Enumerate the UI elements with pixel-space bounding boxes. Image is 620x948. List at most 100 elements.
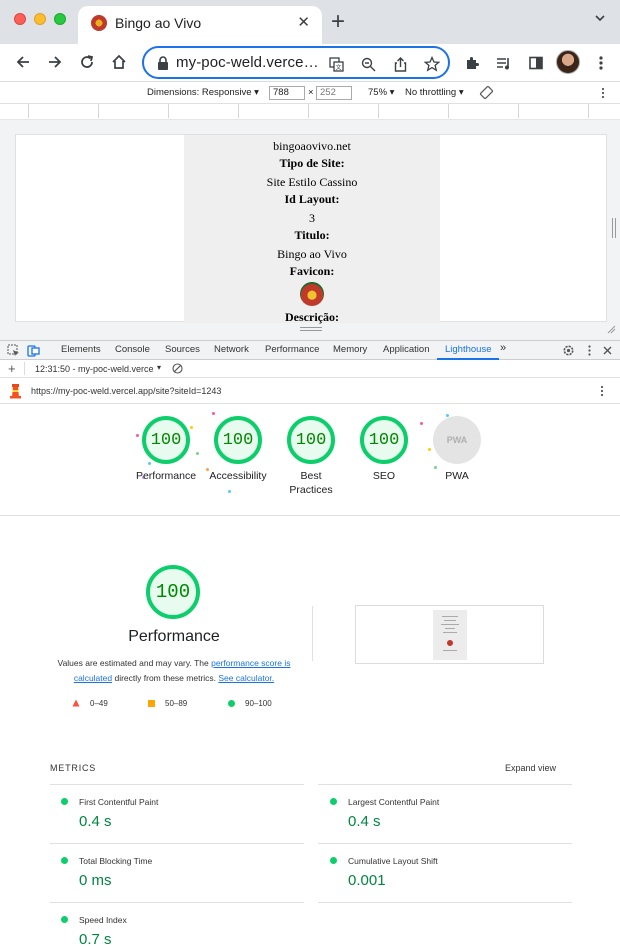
clear-reports-icon[interactable] [172, 363, 183, 374]
performance-score-large: 100 [146, 565, 200, 619]
metric-divider [318, 902, 572, 903]
settings-gear-icon[interactable] [562, 344, 575, 357]
browser-toolbar: my-poc-weld.vercel.app/site?siteId=1243 … [0, 44, 620, 82]
translate-icon[interactable]: 文 [327, 55, 345, 73]
report-select[interactable]: 12:31:50 - my-poc-weld.verce [35, 364, 155, 374]
pwa-label: PWA [445, 470, 469, 482]
bookmark-star-icon[interactable] [423, 55, 441, 73]
metric-divider [318, 784, 572, 785]
address-bar[interactable]: my-poc-weld.vercel.app/site?siteId=1243 … [142, 46, 450, 79]
tab-title: Bingo ao Vivo [115, 15, 202, 31]
tipo-label: Tipo de Site: [279, 155, 345, 170]
metric-si-name: Speed Index [79, 915, 127, 925]
final-screenshot[interactable] [355, 605, 544, 664]
tab-console[interactable]: Console [115, 344, 150, 355]
lighthouse-toolbar: + 12:31:50 - my-poc-weld.verce ▾ [0, 360, 620, 378]
best-practices-score: 100 [287, 416, 335, 464]
address-text[interactable]: my-poc-weld.vercel.app/site?siteId=1243 [176, 54, 321, 71]
resize-handle-right[interactable] [612, 218, 616, 238]
browser-tab[interactable]: Bingo ao Vivo ✕ [78, 6, 322, 44]
chrome-menu-icon[interactable] [591, 53, 611, 73]
close-window-button[interactable] [14, 13, 26, 25]
maximize-window-button[interactable] [54, 13, 66, 25]
desc-prefix: Values are estimated and may vary. The [57, 658, 212, 668]
metric-cls-value: 0.001 [348, 872, 386, 889]
zoom-out-icon[interactable] [359, 55, 377, 73]
rotate-icon[interactable] [479, 85, 494, 100]
home-icon[interactable] [108, 51, 130, 73]
metric-lcp-value: 0.4 s [348, 813, 381, 830]
report-select-chevron-icon[interactable]: ▾ [157, 363, 161, 372]
tab-close-icon[interactable]: ✕ [297, 13, 310, 31]
fail-triangle-icon [72, 699, 80, 707]
tab-network[interactable]: Network [214, 344, 249, 355]
metric-divider [50, 902, 304, 903]
reload-icon[interactable] [76, 51, 98, 73]
media-queue-icon[interactable] [494, 53, 514, 73]
desc-middle: directly from these metrics. [112, 672, 219, 683]
forward-arrow-icon[interactable] [44, 51, 66, 73]
device-toggle-icon[interactable] [27, 344, 40, 357]
tab-elements[interactable]: Elements [61, 344, 101, 355]
tab-lighthouse[interactable]: Lighthouse [445, 344, 491, 355]
performance-score: 100 [142, 416, 190, 464]
pass-dot-icon [61, 857, 68, 864]
zoom-dropdown[interactable]: 75% ▾ [368, 87, 394, 98]
report-url-bar: https://my-poc-weld.vercel.app/site?site… [0, 378, 620, 404]
metric-tbt-name: Total Blocking Time [79, 856, 153, 866]
gauge-accessibility[interactable]: 100 Accessibility [203, 416, 273, 483]
minimize-window-button[interactable] [34, 13, 46, 25]
extensions-puzzle-icon[interactable] [462, 53, 482, 73]
media-query-ruler [0, 104, 620, 120]
tab-search-chevron-icon[interactable] [594, 12, 606, 24]
tab-strip: Bingo ao Vivo ✕ + [0, 0, 620, 44]
screenshot-preview [433, 610, 467, 660]
new-tab-icon[interactable]: + [331, 8, 345, 36]
tab-memory[interactable]: Memory [333, 344, 367, 355]
share-icon[interactable] [391, 55, 409, 73]
metric-lcp-name: Largest Contentful Paint [348, 797, 440, 807]
expand-view-toggle[interactable]: Expand view [505, 763, 556, 773]
back-arrow-icon[interactable] [12, 51, 34, 73]
report-url[interactable]: https://my-poc-weld.vercel.app/site?site… [31, 386, 221, 396]
new-report-icon[interactable]: + [8, 361, 16, 376]
close-devtools-icon[interactable] [601, 344, 614, 357]
times-sign: × [308, 87, 314, 98]
pass-dot-icon [61, 798, 68, 805]
average-square-icon [148, 700, 155, 707]
height-input[interactable]: 252 [316, 86, 352, 100]
accessibility-label: Accessibility [209, 470, 267, 482]
side-panel-icon[interactable] [526, 53, 546, 73]
accessibility-score: 100 [214, 416, 262, 464]
throttling-dropdown[interactable]: No throttling ▾ [405, 87, 464, 98]
performance-title: Performance [128, 628, 220, 645]
devtools-menu-icon[interactable] [583, 344, 596, 357]
report-menu-icon[interactable] [600, 385, 604, 397]
gauge-best-practices[interactable]: 100 Best Practices [276, 416, 346, 497]
tab-application[interactable]: Application [383, 344, 429, 355]
dimensions-dropdown[interactable]: Dimensions: Responsive ▾ [147, 87, 259, 98]
gauge-pwa[interactable]: PWA PWA [422, 416, 492, 483]
section-divider [312, 606, 313, 661]
best-practices-label: Best Practices [289, 470, 333, 496]
gauge-performance[interactable]: 100 Performance [131, 416, 201, 483]
lock-icon[interactable] [156, 55, 170, 71]
tab-sources[interactable]: Sources [165, 344, 200, 355]
seo-score: 100 [360, 416, 408, 464]
metric-divider [50, 843, 304, 844]
pass-circle-icon [228, 700, 235, 707]
metrics-header: METRICS [50, 763, 97, 773]
width-input[interactable]: 788 [269, 86, 305, 100]
pwa-badge-icon: PWA [433, 416, 481, 464]
tab-performance[interactable]: Performance [265, 344, 319, 355]
more-tabs-icon[interactable]: » [500, 342, 506, 354]
profile-avatar[interactable] [556, 50, 580, 74]
inspect-element-icon[interactable] [7, 344, 20, 357]
device-toolbar-menu-icon[interactable] [601, 87, 605, 99]
gauge-seo[interactable]: 100 SEO [349, 416, 419, 483]
see-calculator-link[interactable]: See calculator. [218, 673, 274, 683]
resize-corner-icon[interactable] [606, 324, 616, 334]
pass-dot-icon [61, 916, 68, 923]
resize-handle-bottom[interactable] [300, 327, 322, 331]
legend-average: 50–89 [165, 699, 188, 708]
